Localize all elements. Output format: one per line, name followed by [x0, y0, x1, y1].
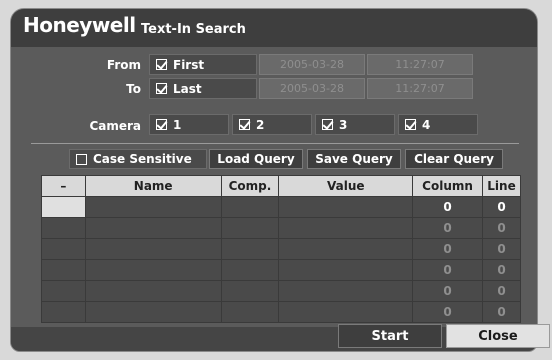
column-header-name[interactable]: Name: [84, 175, 222, 197]
row-index-cell[interactable]: [41, 301, 86, 323]
line-cell[interactable]: 0: [482, 217, 521, 239]
to-time-field[interactable]: 11:27:07: [367, 78, 473, 99]
from-time-field[interactable]: 11:27:07: [367, 54, 473, 75]
line-cell[interactable]: 0: [482, 238, 521, 260]
to-label: To: [126, 82, 141, 96]
name-cell[interactable]: [84, 301, 222, 323]
load-query-button[interactable]: Load Query: [209, 149, 303, 169]
table-row[interactable]: 0 0: [41, 238, 521, 260]
check-icon: [239, 119, 250, 130]
to-last-checkbox[interactable]: Last: [149, 78, 257, 99]
column-cell[interactable]: 0: [412, 238, 483, 260]
column-header-line[interactable]: Line: [482, 175, 521, 197]
close-button[interactable]: Close: [446, 324, 550, 348]
column-cell[interactable]: 0: [412, 301, 483, 323]
name-cell[interactable]: [84, 259, 222, 281]
camera-3-checkbox[interactable]: 3: [315, 114, 395, 135]
column-header-column[interactable]: Column: [412, 175, 483, 197]
name-cell[interactable]: [84, 217, 222, 239]
from-label: From: [106, 58, 141, 72]
column-header-index[interactable]: –: [41, 175, 86, 197]
row-index-cell[interactable]: [41, 280, 86, 302]
check-icon: [156, 59, 167, 70]
to-option-label: Last: [173, 81, 202, 96]
row-index-cell[interactable]: [41, 238, 86, 260]
value-cell[interactable]: [278, 259, 414, 281]
row-index-cell[interactable]: [41, 217, 86, 239]
value-cell[interactable]: [278, 238, 414, 260]
name-cell[interactable]: [84, 238, 222, 260]
comp-cell[interactable]: [220, 301, 280, 323]
case-sensitive-checkbox[interactable]: Case Sensitive: [69, 149, 207, 169]
column-header-comp[interactable]: Comp.: [220, 175, 280, 197]
camera-1-checkbox[interactable]: 1: [149, 114, 229, 135]
camera-4-checkbox[interactable]: 4: [398, 114, 478, 135]
line-cell[interactable]: 0: [482, 196, 521, 218]
column-header-value[interactable]: Value: [278, 175, 414, 197]
column-cell[interactable]: 0: [412, 280, 483, 302]
to-date-field[interactable]: 2005-03-28: [259, 78, 365, 99]
brand-logo: Honeywell: [23, 13, 136, 37]
save-query-button[interactable]: Save Query: [307, 149, 401, 169]
row-index-cell[interactable]: [41, 196, 86, 218]
title-bar: Honeywell Text-In Search: [11, 9, 537, 47]
value-cell[interactable]: [278, 301, 414, 323]
from-option-label: First: [173, 57, 205, 72]
comp-cell[interactable]: [220, 217, 280, 239]
table-row[interactable]: 0 0: [41, 259, 521, 281]
row-index-cell[interactable]: [41, 259, 86, 281]
case-sensitive-label: Case Sensitive: [93, 152, 192, 166]
line-cell[interactable]: 0: [482, 301, 521, 323]
dialog-panel: Honeywell Text-In Search From First 2005…: [10, 8, 538, 352]
clear-query-button[interactable]: Clear Query: [405, 149, 503, 169]
column-cell[interactable]: 0: [412, 259, 483, 281]
from-date-field[interactable]: 2005-03-28: [259, 54, 365, 75]
from-first-checkbox[interactable]: First: [149, 54, 257, 75]
comp-cell[interactable]: [220, 196, 280, 218]
camera-2-label: 2: [256, 117, 265, 132]
camera-1-label: 1: [173, 117, 182, 132]
table-row[interactable]: 0 0: [41, 217, 521, 239]
check-icon: [405, 119, 416, 130]
camera-4-label: 4: [422, 117, 431, 132]
camera-3-label: 3: [339, 117, 348, 132]
divider: [31, 143, 519, 144]
check-icon: [156, 119, 167, 130]
value-cell[interactable]: [278, 280, 414, 302]
comp-cell[interactable]: [220, 259, 280, 281]
check-icon: [322, 119, 333, 130]
table-row[interactable]: 0 0: [41, 301, 521, 323]
line-cell[interactable]: 0: [482, 259, 521, 281]
start-button[interactable]: Start: [338, 324, 442, 348]
comp-cell[interactable]: [220, 238, 280, 260]
table-row[interactable]: 0 0: [41, 280, 521, 302]
dialog-title: Text-In Search: [141, 22, 246, 37]
column-cell[interactable]: 0: [412, 196, 483, 218]
value-cell[interactable]: [278, 217, 414, 239]
query-table: – Name Comp. Value Column Line 0 0 0 0 0…: [41, 175, 521, 323]
check-icon: [156, 83, 167, 94]
checkbox-icon: [76, 153, 87, 165]
table-row[interactable]: 0 0: [41, 196, 521, 218]
table-header-row: – Name Comp. Value Column Line: [41, 175, 521, 197]
column-cell[interactable]: 0: [412, 217, 483, 239]
comp-cell[interactable]: [220, 280, 280, 302]
camera-label: Camera: [89, 119, 141, 133]
camera-2-checkbox[interactable]: 2: [232, 114, 312, 135]
text-in-search-dialog: Honeywell Text-In Search From First 2005…: [0, 0, 552, 360]
name-cell[interactable]: [84, 196, 222, 218]
value-cell[interactable]: [278, 196, 414, 218]
line-cell[interactable]: 0: [482, 280, 521, 302]
name-cell[interactable]: [84, 280, 222, 302]
